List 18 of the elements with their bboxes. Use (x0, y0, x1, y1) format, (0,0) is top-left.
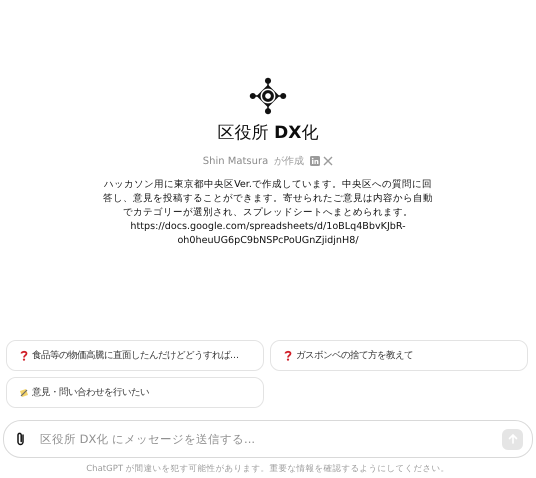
message-field[interactable]: 区役所 DX化 にメッセージを送信する... (38, 431, 492, 447)
logo-icon (249, 77, 287, 115)
author-label: が作成 (274, 154, 304, 168)
linkedin-icon[interactable] (310, 156, 320, 166)
question-mark-icon (283, 350, 293, 361)
memo-pad-icon (19, 387, 29, 398)
question-mark-icon (19, 350, 29, 361)
gpt-title: 区役所 DX化 (218, 122, 318, 144)
author-name: Shin Matsura (202, 156, 268, 166)
x-icon[interactable] (323, 156, 334, 166)
suggestion-button[interactable]: ガスボンベの捨て方を教えて (270, 340, 528, 371)
message-composer[interactable]: 区役所 DX化 にメッセージを送信する... (3, 420, 533, 458)
suggestion-button[interactable]: 意見・問い合わせを行いたい (6, 377, 264, 408)
arrow-up-icon (506, 433, 518, 445)
spreadsheet-link[interactable]: https://docs.google.com/spreadsheets/d/1oBLq4BbvKJbR-oh0heuUG6pC9bNSPcPoUGnZjidjnH8/ (118, 220, 418, 248)
disclaimer-text: ChatGPT が間違いを犯す可能性があります。重要な情報を確認するようにしてください。 (86, 463, 450, 475)
gpt-description: ハッカソン用に東京都中央区Ver.で作成しています。中央区への質問に回答し、意見を投稿することができます。寄せられたご意見は内容から自動でカテゴリーが選別され、スプレッドシートへまとめられます。 (103, 178, 433, 220)
suggestion-button[interactable]: 食品等の物価高騰に直面したんだけどどうすれば... (6, 340, 264, 371)
